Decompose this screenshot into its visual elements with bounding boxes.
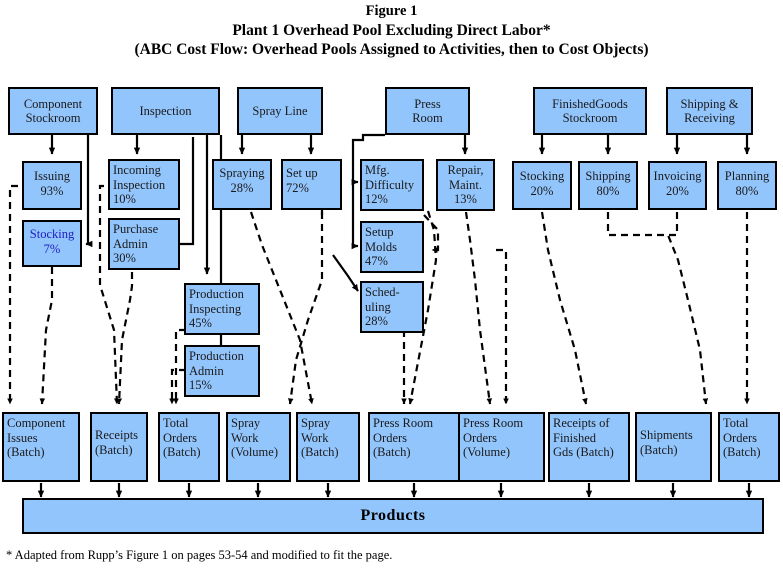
figure-root: Figure 1 Plant 1 Overhead Pool Excluding… bbox=[0, 0, 783, 576]
figure-title-line-3: (ABC Cost Flow: Overhead Pools Assigned … bbox=[134, 41, 649, 58]
cost-driver-box-spray-work-batch[interactable]: Spray Work (Batch) bbox=[296, 412, 360, 482]
activity-box-planning[interactable]: Planning 80% bbox=[717, 161, 777, 210]
activity-label-incoming-inspection: Incoming Inspection 10% bbox=[113, 163, 166, 206]
activity-box-stocking-fg[interactable]: Stocking 20% bbox=[512, 161, 572, 210]
pool-box-component-stockroom[interactable]: Component Stockroom bbox=[8, 87, 98, 135]
activity-label-invoicing: Invoicing 20% bbox=[653, 169, 702, 198]
activity-label-set-up: Set up 72% bbox=[286, 166, 318, 195]
activity-label-production-inspecting: Production Inspecting 45% bbox=[189, 287, 244, 330]
activity-label-stocking-component: Stocking 7% bbox=[29, 227, 75, 256]
activity-box-repair-maint[interactable]: Repair, Maint. 13% bbox=[436, 159, 495, 211]
activity-box-spraying[interactable]: Spraying 28% bbox=[212, 159, 272, 210]
activity-box-scheduling[interactable]: Sched- uling 28% bbox=[360, 281, 424, 333]
activity-box-stocking-component[interactable]: Stocking 7% bbox=[22, 220, 82, 267]
cost-driver-label-spray-work-batch: Spray Work (Batch) bbox=[301, 416, 339, 459]
pool-box-press-room[interactable]: Press Room bbox=[385, 87, 470, 135]
cost-driver-label-shipments: Shipments (Batch) bbox=[640, 428, 693, 457]
cost-driver-box-receipts-finished-gds[interactable]: Receipts of Finished Gds (Batch) bbox=[548, 412, 630, 482]
cost-driver-box-press-room-orders-volume[interactable]: Press Room Orders (Volume) bbox=[458, 412, 545, 482]
activity-label-mfg-difficulty: Mfg. Difficulty 12% bbox=[365, 163, 415, 206]
cost-driver-box-press-room-orders-batch[interactable]: Press Room Orders (Batch) bbox=[368, 412, 461, 482]
pool-box-spray-line[interactable]: Spray Line bbox=[237, 87, 323, 135]
activity-box-incoming-inspection[interactable]: Incoming Inspection 10% bbox=[108, 159, 180, 210]
activity-box-purchase-admin[interactable]: Purchase Admin 30% bbox=[108, 218, 180, 270]
activity-box-invoicing[interactable]: Invoicing 20% bbox=[648, 161, 707, 210]
activity-label-spraying: Spraying 28% bbox=[219, 166, 265, 195]
cost-driver-label-total-orders-right: Total Orders (Batch) bbox=[723, 416, 761, 459]
cost-driver-label-component-issues: Component Issues (Batch) bbox=[7, 416, 66, 459]
activity-box-mfg-difficulty[interactable]: Mfg. Difficulty 12% bbox=[360, 159, 424, 211]
pool-box-finished-goods-stockroom[interactable]: FinishedGoods Stockroom bbox=[533, 87, 647, 135]
pool-label-component-stockroom: Component Stockroom bbox=[23, 96, 83, 126]
activity-box-production-inspecting[interactable]: Production Inspecting 45% bbox=[184, 283, 260, 335]
activity-box-shipping[interactable]: Shipping 80% bbox=[578, 161, 638, 210]
activity-box-setup-molds[interactable]: Setup Molds 47% bbox=[360, 221, 424, 273]
cost-driver-label-press-room-orders-batch: Press Room Orders (Batch) bbox=[373, 416, 434, 459]
cost-object-products[interactable]: Products bbox=[22, 498, 764, 534]
figure-footnote: * Adapted from Rupp’s Figure 1 on pages … bbox=[6, 548, 393, 562]
cost-driver-label-spray-work-volume: Spray Work (Volume) bbox=[231, 416, 278, 459]
cost-driver-label-total-orders-left: Total Orders (Batch) bbox=[163, 416, 201, 459]
pool-label-finished-goods-stockroom: FinishedGoods Stockroom bbox=[552, 96, 628, 126]
cost-driver-box-spray-work-volume[interactable]: Spray Work (Volume) bbox=[226, 412, 291, 482]
activity-box-production-admin[interactable]: Production Admin 15% bbox=[184, 345, 260, 397]
activity-box-set-up[interactable]: Set up 72% bbox=[281, 159, 342, 210]
cost-driver-box-component-issues[interactable]: Component Issues (Batch) bbox=[2, 412, 80, 482]
activity-label-scheduling: Sched- uling 28% bbox=[365, 285, 400, 328]
cost-driver-box-receipts[interactable]: Receipts (Batch) bbox=[90, 412, 148, 482]
pool-label-press-room: Press Room bbox=[412, 96, 443, 126]
activity-label-repair-maint: Repair, Maint. 13% bbox=[447, 163, 484, 206]
pool-label-inspection: Inspection bbox=[139, 103, 192, 118]
pool-box-inspection[interactable]: Inspection bbox=[111, 87, 220, 135]
cost-driver-box-total-orders-left[interactable]: Total Orders (Batch) bbox=[158, 412, 220, 482]
activity-label-production-admin: Production Admin 15% bbox=[189, 349, 244, 392]
cost-driver-label-receipts: Receipts (Batch) bbox=[95, 428, 139, 457]
activity-box-issuing[interactable]: Issuing 93% bbox=[22, 161, 82, 210]
activity-label-planning: Planning 80% bbox=[724, 169, 770, 198]
activity-label-shipping: Shipping 80% bbox=[585, 169, 631, 198]
figure-title-line-2: Plant 1 Overhead Pool Excluding Direct L… bbox=[232, 22, 551, 39]
activity-label-stocking-fg: Stocking 20% bbox=[519, 169, 565, 198]
figure-title: Figure 1 Plant 1 Overhead Pool Excluding… bbox=[0, 2, 783, 59]
activity-label-purchase-admin: Purchase Admin 30% bbox=[113, 222, 159, 265]
cost-driver-box-total-orders-right[interactable]: Total Orders (Batch) bbox=[718, 412, 780, 482]
pool-box-shipping-receiving[interactable]: Shipping & Receiving bbox=[666, 87, 753, 135]
cost-object-label-products: Products bbox=[360, 507, 426, 524]
activity-label-issuing: Issuing 93% bbox=[33, 169, 71, 198]
pool-label-shipping-receiving: Shipping & Receiving bbox=[680, 96, 739, 126]
pool-label-spray-line: Spray Line bbox=[252, 103, 308, 118]
activity-label-setup-molds: Setup Molds 47% bbox=[365, 225, 397, 268]
cost-driver-label-receipts-finished-gds: Receipts of Finished Gds (Batch) bbox=[553, 416, 614, 459]
cost-driver-box-shipments[interactable]: Shipments (Batch) bbox=[635, 412, 712, 482]
cost-driver-label-press-room-orders-volume: Press Room Orders (Volume) bbox=[463, 416, 524, 459]
figure-title-line-1: Figure 1 bbox=[365, 3, 418, 19]
